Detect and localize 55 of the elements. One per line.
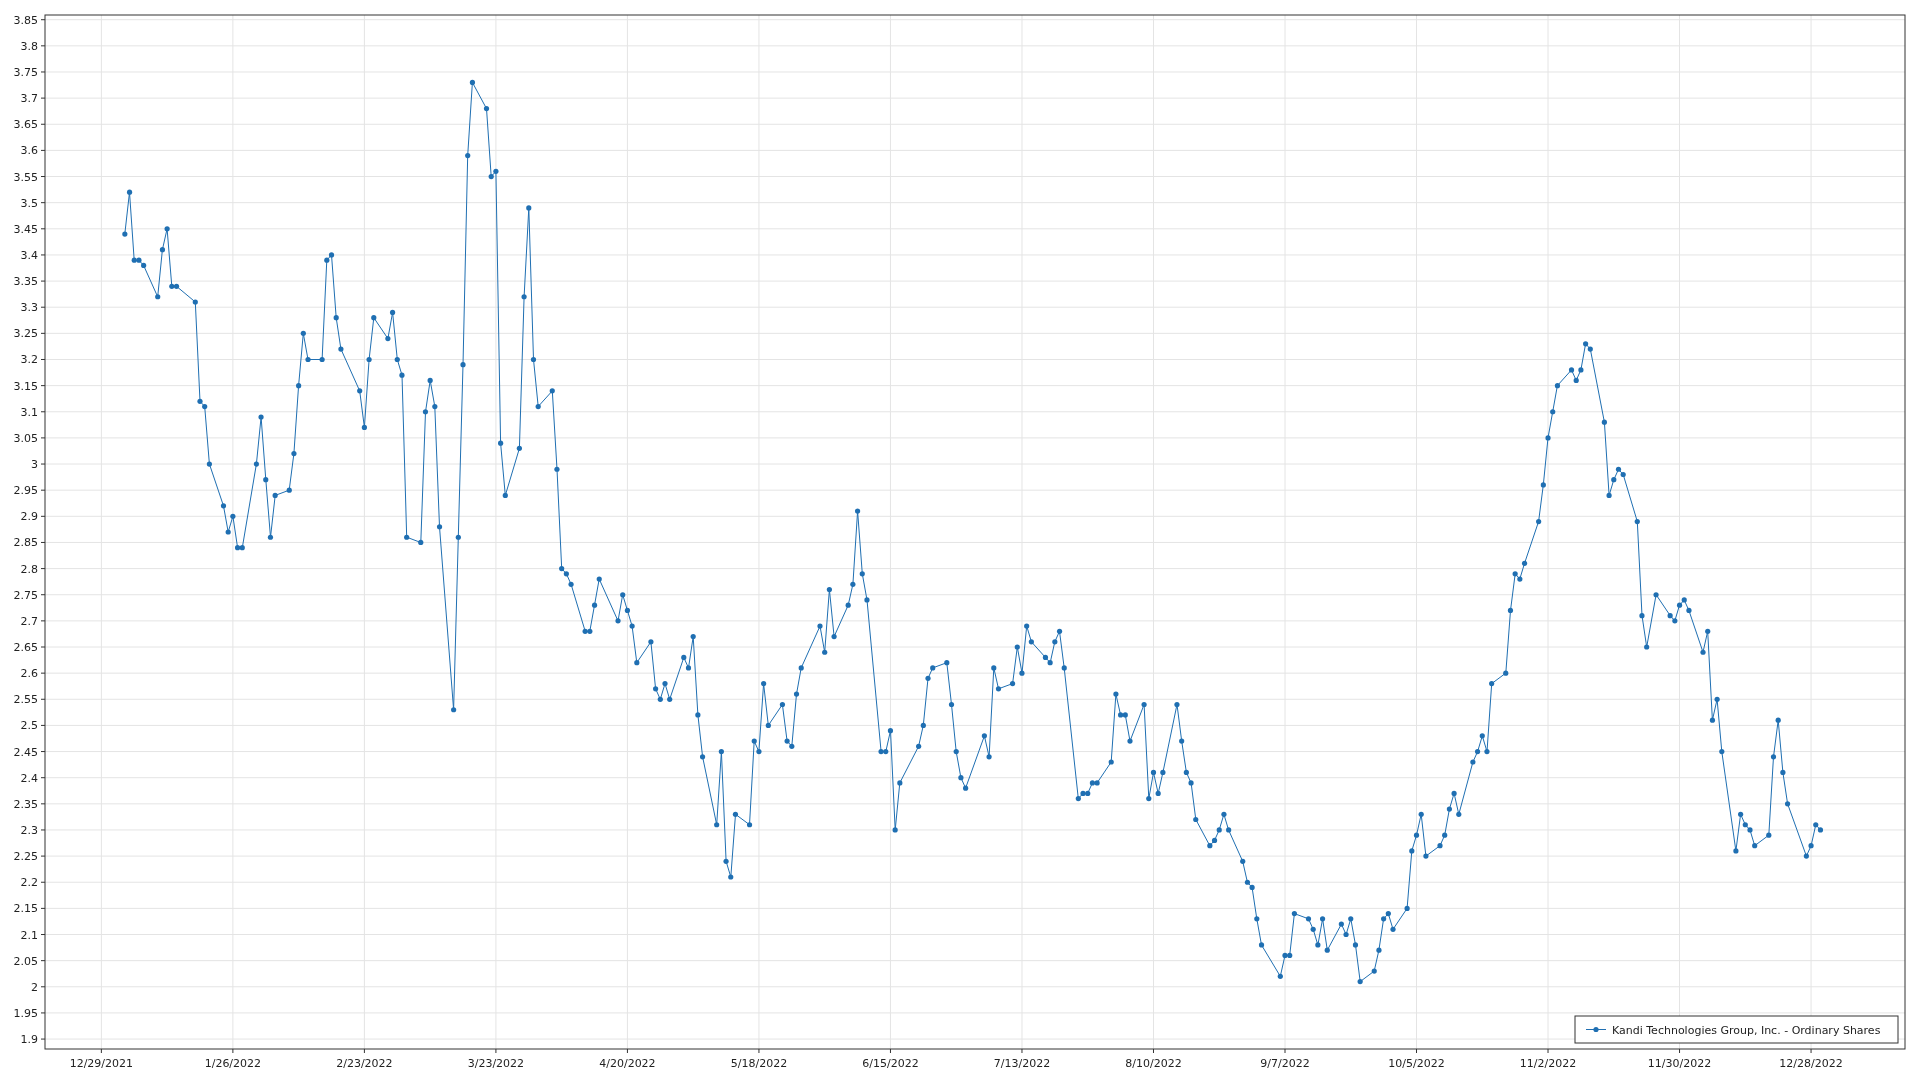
y-tick-label: 3.55 — [13, 170, 38, 184]
y-tick-label: 3.8 — [20, 39, 38, 53]
x-tick-label: 5/18/2022 — [730, 1057, 788, 1070]
y-tick-label: 3.25 — [13, 327, 38, 341]
x-tick-label: 8/10/2022 — [1125, 1057, 1182, 1070]
y-tick-label: 3.35 — [13, 275, 38, 289]
x-tick-label: 12/29/2021 — [69, 1057, 134, 1070]
y-tick-label: 3 — [31, 458, 38, 472]
y-tick-label: 3.75 — [13, 66, 38, 79]
y-tick-label: 2.05 — [13, 954, 38, 968]
x-tick-label: 12/28/2022 — [1779, 1057, 1843, 1070]
y-tick-label: 2.85 — [13, 536, 38, 550]
y-tick-label: 2.35 — [13, 797, 38, 811]
y-tick-label: 3.15 — [13, 379, 38, 393]
y-tick-label: 1.9 — [20, 1033, 38, 1047]
x-tick-label: 4/20/2022 — [599, 1057, 656, 1070]
y-tick-label: 3.45 — [13, 222, 38, 236]
y-tick-label: 2.9 — [20, 510, 38, 524]
x-tick-label: 10/5/2022 — [1388, 1057, 1445, 1070]
y-tick-label: 2.8 — [20, 562, 38, 576]
y-tick-label: 2.45 — [13, 745, 38, 759]
y-tick-label: 2.7 — [20, 614, 38, 628]
y-tick-label: 2.1 — [20, 928, 38, 942]
x-tick-label: 11/30/2022 — [1647, 1057, 1712, 1070]
y-tick-label: 2.6 — [20, 667, 38, 681]
y-tick-label: 1.95 — [13, 1006, 38, 1020]
y-tick-label: 2.25 — [13, 850, 38, 864]
y-tick-label: 2.2 — [20, 876, 38, 890]
y-tick-label: 3.3 — [20, 301, 38, 315]
y-tick-label: 2.95 — [13, 484, 38, 498]
y-tick-label: 2.4 — [20, 771, 38, 785]
y-tick-label: 3.05 — [13, 431, 38, 445]
y-tick-label: 2.15 — [13, 902, 38, 916]
y-tick-label: 2.65 — [13, 641, 38, 654]
y-tick-label: 3.85 — [13, 13, 38, 27]
y-tick-label: 2 — [31, 980, 38, 994]
x-tick-label: 9/7/2022 — [1260, 1057, 1310, 1070]
y-tick-label: 2.3 — [20, 823, 38, 837]
x-tick-label: 6/15/2022 — [862, 1057, 919, 1070]
x-tick-label: 1/26/2022 — [204, 1057, 262, 1070]
x-tick-label: 7/13/2022 — [993, 1057, 1051, 1070]
y-tick-label: 3.6 — [20, 144, 38, 158]
y-tick-label: 3.4 — [20, 248, 38, 262]
y-tick-label: 3.5 — [20, 196, 38, 210]
y-tick-label: 3.1 — [20, 405, 38, 419]
y-tick-label: 3.7 — [20, 92, 38, 106]
x-tick-label: 11/2/2022 — [1519, 1057, 1577, 1070]
y-tick-label: 2.5 — [20, 719, 38, 733]
x-tick-label: 3/23/2022 — [467, 1057, 525, 1070]
y-tick-label: 3.2 — [20, 353, 38, 367]
x-tick-label: 2/23/2022 — [336, 1057, 393, 1070]
y-tick-label: 3.65 — [13, 118, 38, 132]
y-tick-label: 2.55 — [13, 693, 38, 707]
legend-label: Kandi Technologies Group, Inc. - Ordinary Shares — [1612, 1024, 1881, 1037]
y-tick-label: 2.75 — [13, 588, 38, 602]
